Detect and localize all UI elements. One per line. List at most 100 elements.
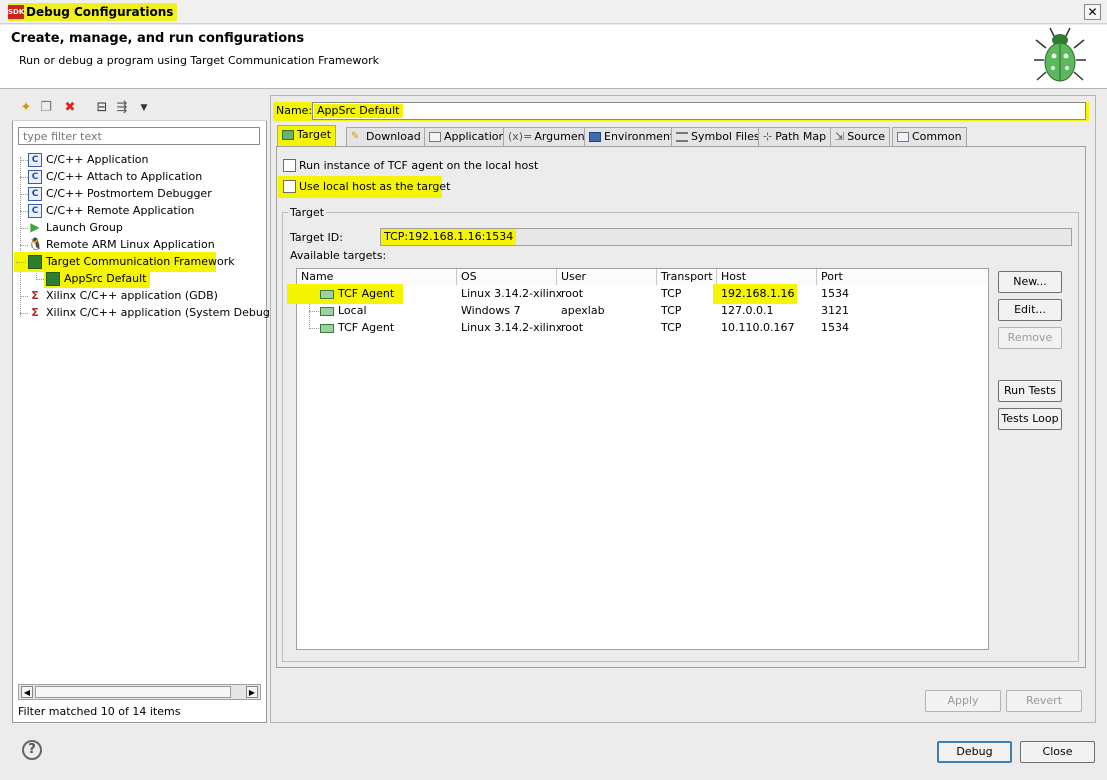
- scroll-thumb[interactable]: [35, 686, 231, 698]
- column-header-host[interactable]: Host: [717, 269, 817, 285]
- tab-symbol-files[interactable]: Symbol Files: [671, 127, 765, 146]
- filter-icon[interactable]: ⇶: [114, 100, 130, 116]
- column-header-user[interactable]: User: [557, 269, 657, 285]
- tcf-agent-icon: [320, 289, 334, 299]
- name-input[interactable]: [312, 102, 1086, 120]
- name-label: Name:: [276, 104, 313, 117]
- cell-port: 3121: [821, 304, 849, 317]
- column-header-transport[interactable]: Transport: [657, 269, 717, 285]
- window-close-button[interactable]: ✕: [1084, 4, 1101, 20]
- path-map-icon: ⊹: [763, 130, 773, 143]
- c-icon: C: [28, 170, 42, 184]
- common-icon: [897, 132, 909, 142]
- tree-item-xilinx-gdb[interactable]: Σ Xilinx C/C++ application (GDB): [28, 287, 218, 304]
- tree-item-cpp-application[interactable]: C C/C++ Application: [28, 151, 148, 168]
- column-header-port[interactable]: Port: [817, 269, 988, 285]
- table-row-name[interactable]: TCF Agent: [320, 319, 394, 336]
- filter-input[interactable]: [18, 127, 260, 145]
- remove-target-button[interactable]: Remove: [998, 327, 1062, 349]
- tree-item-xilinx-system-debugger[interactable]: Σ Xilinx C/C++ application (System Debugg…: [28, 304, 292, 321]
- tree-item-label: C/C++ Attach to Application: [46, 170, 203, 183]
- run-local-agent-label: Run instance of TCF agent on the local h…: [299, 159, 539, 172]
- use-local-host-label: Use local host as the target: [299, 180, 451, 193]
- tree-item-cpp-postmortem[interactable]: C C/C++ Postmortem Debugger: [28, 185, 212, 202]
- column-header-name[interactable]: Name: [297, 269, 457, 285]
- apply-button[interactable]: Apply: [925, 690, 1001, 712]
- delete-config-icon[interactable]: ✖: [62, 100, 78, 116]
- tab-application[interactable]: Application: [424, 127, 511, 146]
- tab-label: Application: [444, 130, 506, 143]
- tree-item-label: Remote ARM Linux Application: [46, 238, 215, 251]
- cell-host: 10.110.0.167: [721, 321, 795, 334]
- use-local-host-checkbox[interactable]: [283, 180, 296, 193]
- tab-label: Target: [297, 128, 332, 141]
- run-local-agent-checkbox[interactable]: [283, 159, 296, 172]
- tree-item-label: Xilinx C/C++ application (System Debugge…: [46, 306, 293, 319]
- filter-status: Filter matched 10 of 14 items: [18, 705, 181, 718]
- close-button[interactable]: Close: [1020, 741, 1095, 763]
- tree-item-label: Launch Group: [46, 221, 123, 234]
- cell-name: TCF Agent: [338, 287, 395, 300]
- tree-connector: [20, 296, 28, 297]
- tree-connector: [20, 177, 28, 178]
- help-icon[interactable]: ?: [22, 740, 42, 760]
- tcf-agent-icon: [320, 323, 334, 333]
- tree-connector: [20, 160, 28, 161]
- tab-download[interactable]: ✎ Download: [346, 127, 426, 146]
- tree-item-cpp-remote[interactable]: C C/C++ Remote Application: [28, 202, 194, 219]
- cell-name: Local: [338, 304, 367, 317]
- target-group-label: Target: [288, 206, 327, 219]
- expand-toggle[interactable]: [16, 262, 26, 263]
- tree-connector: [20, 313, 28, 314]
- cell-host: 127.0.0.1: [721, 304, 774, 317]
- tree-item-launch-group[interactable]: ▶ Launch Group: [28, 219, 123, 236]
- table-row-name[interactable]: Local: [320, 302, 367, 319]
- tab-source[interactable]: ⇲ Source: [830, 127, 890, 146]
- tcf-icon: [28, 255, 42, 269]
- tree-item-label: Xilinx C/C++ application (GDB): [46, 289, 218, 302]
- cell-port: 1534: [821, 287, 849, 300]
- sdk-app-icon: SDK: [8, 5, 24, 19]
- cell-os: Linux 3.14.2-xilinx: [461, 287, 563, 300]
- column-header-os[interactable]: OS: [457, 269, 557, 285]
- new-config-icon[interactable]: ✦: [18, 100, 34, 116]
- revert-button[interactable]: Revert: [1006, 690, 1082, 712]
- scroll-right-icon[interactable]: ▶: [246, 686, 258, 698]
- new-target-button[interactable]: New...: [998, 271, 1062, 293]
- debug-button[interactable]: Debug: [937, 741, 1012, 763]
- cell-port: 1534: [821, 321, 849, 334]
- collapse-all-icon[interactable]: ⊟: [94, 100, 110, 116]
- tab-target[interactable]: Target: [277, 125, 337, 147]
- tree-connector: [20, 211, 28, 212]
- chevron-down-icon[interactable]: ▼: [136, 100, 152, 116]
- application-icon: [429, 132, 441, 142]
- scroll-left-icon[interactable]: ◀: [21, 686, 33, 698]
- cell-user: root: [561, 287, 584, 300]
- tab-common[interactable]: Common: [892, 127, 967, 146]
- table-row-name[interactable]: TCF Agent: [320, 285, 394, 302]
- cell-transport: TCP: [661, 321, 682, 334]
- tree-connector: [309, 328, 319, 329]
- banner-subtitle: Run or debug a program using Target Comm…: [19, 54, 380, 67]
- arguments-icon: (x)=: [508, 130, 533, 143]
- tree-item-remote-arm-linux[interactable]: 🐧 Remote ARM Linux Application: [28, 236, 215, 253]
- tab-path-map[interactable]: ⊹ Path Map: [758, 127, 832, 146]
- tree-item-label: AppSrc Default: [64, 272, 147, 285]
- tree-item-tcf[interactable]: Target Communication Framework: [14, 252, 235, 272]
- tree-item-label: Target Communication Framework: [46, 255, 235, 268]
- name-value[interactable]: AppSrc Default: [314, 104, 403, 118]
- tab-environment[interactable]: Environment: [584, 127, 680, 146]
- tree-item-appsrc-default[interactable]: AppSrc Default: [44, 270, 150, 288]
- horizontal-scrollbar[interactable]: ◀ ▶: [18, 684, 261, 700]
- cell-user: root: [561, 321, 584, 334]
- duplicate-config-icon[interactable]: ❐: [38, 100, 54, 116]
- tests-loop-button[interactable]: Tests Loop: [998, 408, 1062, 430]
- tree-connector: [20, 157, 21, 317]
- tree-item-cpp-attach[interactable]: C C/C++ Attach to Application: [28, 168, 202, 185]
- available-targets-table: [296, 268, 989, 650]
- c-icon: C: [28, 204, 42, 218]
- cell-os: Windows 7: [461, 304, 521, 317]
- edit-target-button[interactable]: Edit...: [998, 299, 1062, 321]
- cell-transport: TCP: [661, 304, 682, 317]
- run-tests-button[interactable]: Run Tests: [998, 380, 1062, 402]
